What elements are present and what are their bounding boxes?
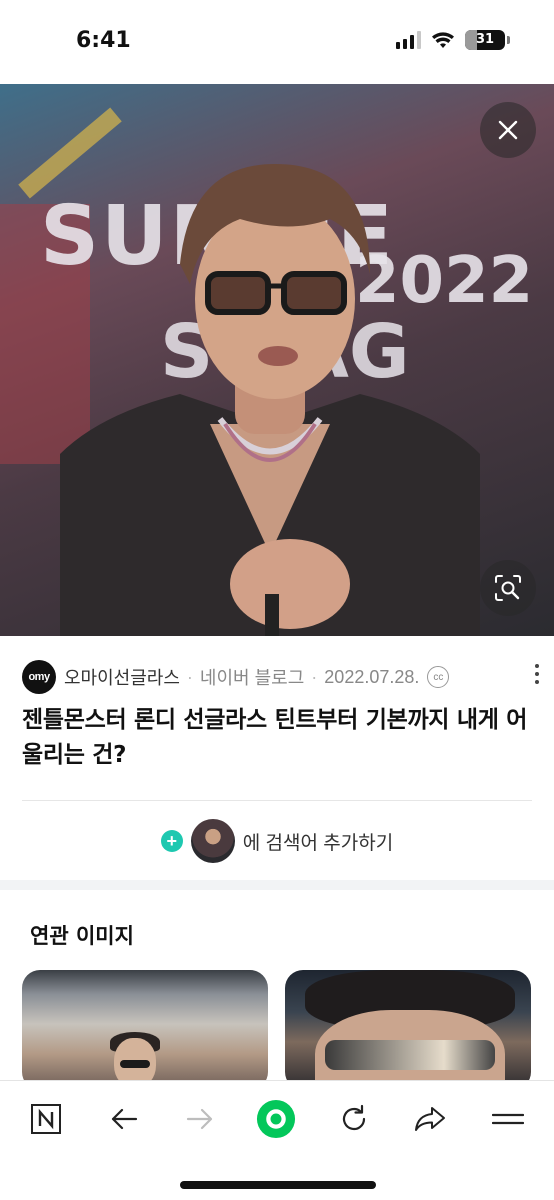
status-bar: 6:41 31	[0, 0, 554, 84]
image-thumbnail	[190, 819, 235, 863]
battery-level: 31	[475, 32, 495, 47]
hero-image[interactable]: SUMME 2022 SWAG	[0, 84, 554, 636]
menu-icon	[492, 1113, 524, 1125]
menu-button[interactable]	[488, 1099, 528, 1139]
home-indicator[interactable]	[180, 1181, 376, 1189]
naver-home-icon	[31, 1104, 61, 1134]
related-image-glasses	[325, 1040, 495, 1070]
divider	[22, 800, 532, 801]
lens-search-button[interactable]	[480, 560, 536, 616]
green-dot-button[interactable]	[256, 1099, 296, 1139]
related-image-card[interactable]	[285, 970, 531, 1090]
forward-arrow-icon	[186, 1108, 213, 1130]
close-button[interactable]	[480, 102, 536, 158]
separator-dot: ·	[311, 666, 318, 687]
related-image-card[interactable]	[22, 970, 268, 1090]
close-icon	[498, 120, 518, 140]
signal-icon	[396, 31, 421, 49]
back-arrow-icon	[111, 1108, 138, 1130]
green-dot-icon	[256, 1099, 296, 1139]
wifi-icon	[432, 32, 454, 48]
add-search-term-button[interactable]: + 에 검색어 추가하기	[0, 816, 554, 866]
performer-photo	[60, 164, 480, 636]
image-title[interactable]: 젠틀몬스터 론디 선글라스 틴트부터 기본까지 내게 어울리는 건?	[22, 703, 537, 773]
plus-icon: +	[160, 830, 183, 852]
share-icon	[415, 1107, 445, 1131]
battery-icon: 31	[465, 30, 505, 50]
add-search-term-label: 에 검색어 추가하기	[242, 832, 394, 854]
source-name[interactable]: 오마이선글라스	[64, 664, 180, 690]
status-icons: 31	[396, 30, 510, 50]
cc-icon[interactable]: cc	[427, 666, 450, 688]
section-separator	[0, 880, 554, 890]
refresh-button[interactable]	[334, 1099, 374, 1139]
related-images-heading: 연관 이미지	[30, 924, 134, 948]
refresh-icon	[342, 1104, 366, 1131]
source-row: omy 오마이선글라스 · 네이버 블로그 · 2022.07.28. cc	[22, 660, 542, 694]
related-image-glasses	[120, 1060, 150, 1068]
separator-dot: ·	[186, 666, 193, 687]
source-date: 2022.07.28.	[324, 666, 420, 687]
lens-search-icon	[495, 575, 521, 601]
back-button[interactable]	[104, 1099, 144, 1139]
more-vertical-icon[interactable]	[532, 664, 542, 684]
status-time: 6:41	[76, 28, 131, 53]
forward-button[interactable]	[180, 1099, 220, 1139]
source-logo[interactable]: omy	[22, 660, 56, 694]
source-platform: 네이버 블로그	[199, 668, 305, 688]
battery-tip	[507, 36, 510, 44]
share-button[interactable]	[410, 1099, 450, 1139]
naver-home-button[interactable]	[26, 1099, 66, 1139]
